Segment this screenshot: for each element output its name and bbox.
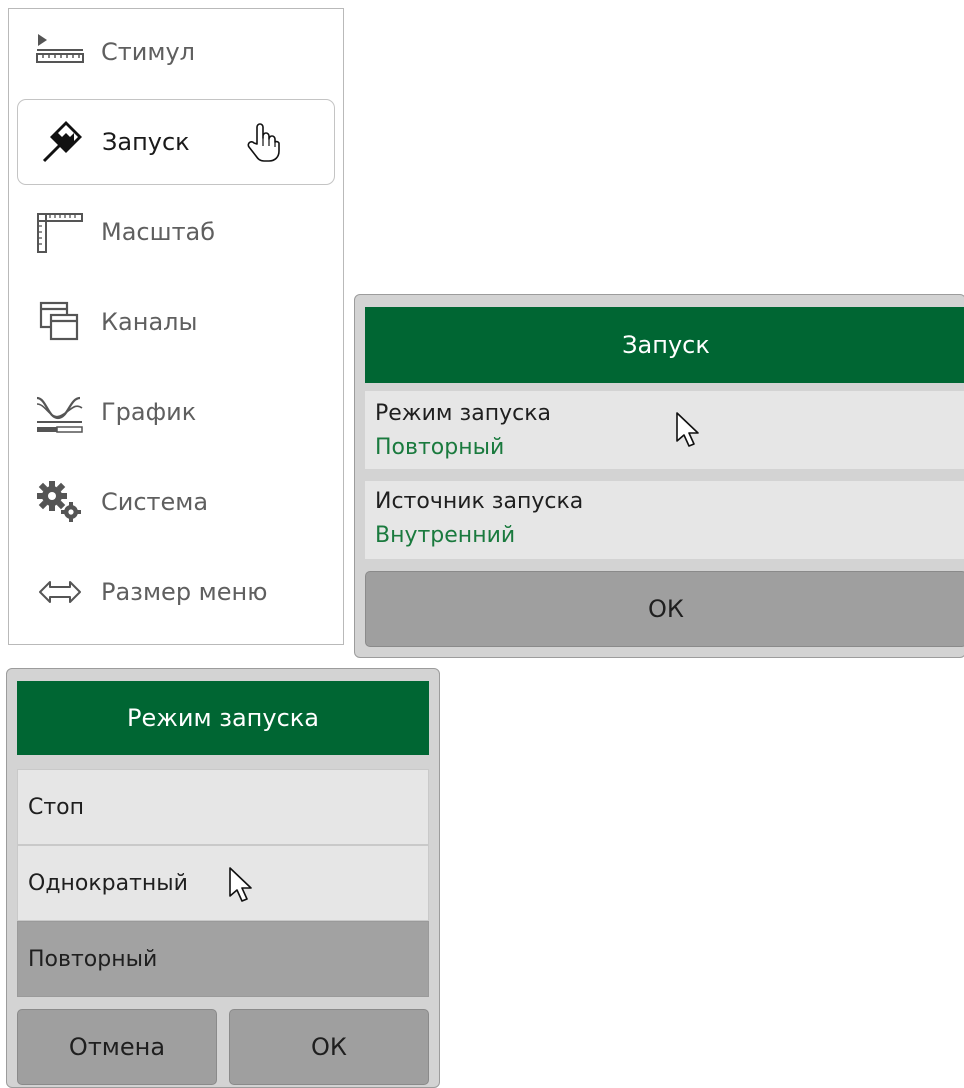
menu-item-graph[interactable]: График [17, 369, 335, 455]
option-continuous[interactable]: Повторный [17, 921, 429, 997]
menu-item-system[interactable]: Система [17, 459, 335, 545]
arrow-cursor-icon [675, 411, 701, 453]
menu-size-arrows-icon [33, 570, 87, 614]
menu-item-trigger[interactable]: Запуск [17, 99, 335, 185]
menu-item-label: Размер меню [101, 578, 268, 606]
trigger-mode-field[interactable]: Режим запуска Повторный [365, 391, 964, 469]
trigger-dialog: Запуск Режим запуска Повторный Источник … [354, 294, 964, 658]
field-value: Внутренний [375, 523, 516, 548]
option-label: Повторный [28, 946, 158, 972]
dialog-title: Режим запуска [17, 681, 429, 755]
field-label: Режим запуска [375, 401, 551, 426]
side-menu: Стимул Запуск Масштаб Каналы График Сист… [8, 8, 344, 645]
menu-item-channels[interactable]: Каналы [17, 279, 335, 365]
field-label: Источник запуска [375, 489, 584, 514]
ok-button[interactable]: ОК [229, 1009, 429, 1085]
menu-item-label: Стимул [101, 38, 195, 66]
ok-button[interactable]: ОК [365, 571, 964, 647]
dialog-title: Запуск [365, 307, 964, 383]
menu-item-label: Запуск [102, 128, 190, 156]
trace-graph-icon [33, 390, 87, 434]
trigger-source-field[interactable]: Источник запуска Внутренний [365, 481, 964, 559]
trigger-mode-dialog: Режим запуска Стоп Однократный Повторный… [6, 668, 440, 1088]
option-label: Однократный [28, 870, 188, 896]
menu-item-label: Система [101, 488, 209, 516]
hand-pointer-cursor-icon [246, 122, 280, 168]
option-single[interactable]: Однократный [17, 845, 429, 921]
cancel-button[interactable]: Отмена [17, 1009, 217, 1085]
channels-windows-icon [33, 300, 87, 344]
option-stop[interactable]: Стоп [17, 769, 429, 845]
menu-item-menu-size[interactable]: Размер меню [17, 549, 335, 635]
trigger-flag-icon [34, 120, 88, 164]
scale-icon [33, 210, 87, 254]
ruler-stimulus-icon [33, 30, 87, 74]
menu-item-label: График [101, 398, 197, 426]
option-label: Стоп [28, 794, 85, 820]
menu-item-scale[interactable]: Масштаб [17, 189, 335, 275]
menu-item-stimulus[interactable]: Стимул [17, 9, 335, 95]
system-gears-icon [33, 480, 87, 524]
menu-item-label: Каналы [101, 308, 198, 336]
arrow-cursor-icon [228, 866, 254, 910]
field-value: Повторный [375, 435, 505, 460]
menu-item-label: Масштаб [101, 218, 216, 246]
